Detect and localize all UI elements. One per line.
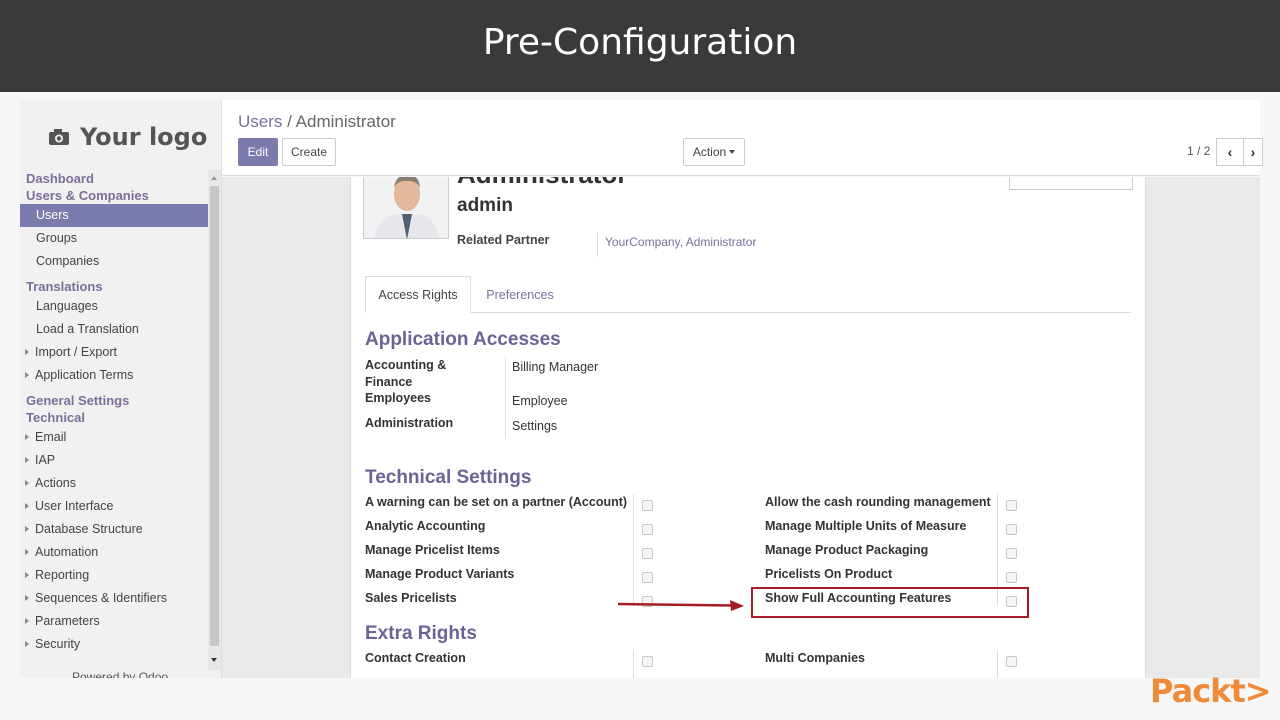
sidebar-item-parameters[interactable]: Parameters [20, 610, 208, 633]
stat-button[interactable] [1009, 177, 1133, 190]
tech-right-checkbox-2[interactable] [1006, 548, 1017, 559]
employees-label: Employees [365, 391, 432, 405]
breadcrumb-separator: / [287, 112, 292, 131]
sidebar-item-actions[interactable]: Actions [20, 472, 208, 495]
slide-title: Pre-Configuration [482, 22, 798, 63]
sidebar-item-security[interactable]: Security [20, 633, 208, 656]
create-button[interactable]: Create [282, 138, 336, 166]
form-sheet: Administrator admin Related Partner Your… [350, 177, 1146, 678]
user-avatar[interactable] [363, 177, 449, 239]
tech-right-label-0: Allow the cash rounding management [765, 495, 991, 509]
arrow-icon [617, 600, 744, 611]
caret-down-icon [729, 150, 736, 154]
tech-left-checkbox-0[interactable] [642, 500, 653, 511]
extra-left-divider [633, 650, 634, 678]
sidebar-nav: Dashboard Users & Companies Users Groups… [20, 170, 208, 656]
tech-left-label-3: Manage Product Variants [365, 567, 515, 581]
administration-label: Administration [365, 416, 454, 430]
slide-header: Pre-Configuration [0, 0, 1280, 92]
powered-by[interactable]: Powered by Odoo [72, 670, 168, 678]
scroll-down-icon[interactable] [211, 658, 217, 662]
application-accesses-heading: Application Accesses [365, 329, 561, 350]
breadcrumb: Users / Administrator [238, 112, 396, 132]
sidebar: Your logo Dashboard Users & Companies Us… [20, 100, 222, 678]
scrollbar-thumb[interactable] [210, 186, 219, 646]
tech-left-label-2: Manage Pricelist Items [365, 543, 500, 557]
logo-text: Your logo [80, 123, 208, 151]
tech-right-checkbox-1[interactable] [1006, 524, 1017, 535]
technical-settings-heading: Technical Settings [365, 467, 532, 488]
administration-value[interactable]: Settings [512, 419, 557, 433]
company-logo[interactable]: Your logo [48, 120, 207, 154]
tech-right-label-1: Manage Multiple Units of Measure [765, 519, 967, 533]
chevron-left-icon: ‹ [1227, 144, 1233, 160]
sidebar-section-translations[interactable]: Translations [20, 278, 208, 295]
action-label: Action [692, 145, 727, 159]
main-content: Users / Administrator Edit Create Action… [222, 100, 1280, 678]
related-partner-link[interactable]: YourCompany, Administrator [605, 235, 756, 249]
sidebar-item-email[interactable]: Email [20, 426, 208, 449]
edit-button[interactable]: Edit [238, 138, 278, 166]
sidebar-item-groups[interactable]: Groups [20, 227, 208, 250]
pager-next-button[interactable]: › [1243, 138, 1263, 166]
sidebar-scrollbar[interactable] [208, 170, 221, 670]
tech-left-label-4: Sales Pricelists [365, 591, 457, 605]
tab-preferences[interactable]: Preferences [471, 276, 569, 313]
form-tabs: Access Rights Preferences [365, 276, 1131, 313]
tech-right-label-2: Manage Product Packaging [765, 543, 929, 557]
highlight-box [751, 587, 1029, 618]
employees-value[interactable]: Employee [512, 394, 568, 408]
tech-right-label-3: Pricelists On Product [765, 567, 893, 581]
tech-left-checkbox-2[interactable] [642, 548, 653, 559]
tech-left-checkbox-1[interactable] [642, 524, 653, 535]
sidebar-item-import-export[interactable]: Import / Export [20, 341, 208, 364]
extra-rights-heading: Extra Rights [365, 623, 477, 644]
sidebar-item-database-structure[interactable]: Database Structure [20, 518, 208, 541]
slide-root: Pre-Configuration Your logo Dashboard Us… [0, 0, 1280, 720]
tech-left-checkbox-3[interactable] [642, 572, 653, 583]
packt-logo: Packt> [1150, 672, 1272, 710]
tech-left-label-1: Analytic Accounting [365, 519, 486, 533]
accounting-finance-label: Accounting & Finance [365, 358, 447, 389]
sidebar-item-load-translation[interactable]: Load a Translation [20, 318, 208, 341]
chevron-right-icon: › [1250, 144, 1256, 160]
sidebar-section-users-companies[interactable]: Users & Companies [20, 187, 208, 204]
sidebar-section-general-settings[interactable]: General Settings [20, 392, 208, 409]
pager-previous-button[interactable]: ‹ [1216, 138, 1244, 166]
sidebar-item-user-interface[interactable]: User Interface [20, 495, 208, 518]
pager-value[interactable]: 1 / 2 [1187, 144, 1210, 158]
camera-icon [48, 128, 70, 146]
app-accesses-divider [505, 357, 506, 439]
extra-right-checkbox-0[interactable] [1006, 656, 1017, 667]
sidebar-item-iap[interactable]: IAP [20, 449, 208, 472]
sidebar-section-dashboard[interactable]: Dashboard [20, 170, 208, 187]
control-panel: Users / Administrator Edit Create Action… [222, 100, 1263, 176]
extra-left-label-0: Contact Creation [365, 651, 466, 665]
sidebar-section-technical[interactable]: Technical [20, 409, 208, 426]
sidebar-item-automation[interactable]: Automation [20, 541, 208, 564]
extra-right-divider [997, 650, 998, 678]
tech-left-divider [633, 494, 634, 606]
tech-right-checkbox-0[interactable] [1006, 500, 1017, 511]
sidebar-item-reporting[interactable]: Reporting [20, 564, 208, 587]
breadcrumb-users-link[interactable]: Users [238, 112, 282, 131]
sidebar-item-sequences[interactable]: Sequences & Identifiers [20, 587, 208, 610]
breadcrumb-current: Administrator [295, 112, 396, 131]
tab-access-rights[interactable]: Access Rights [365, 276, 471, 313]
action-dropdown[interactable]: Action [683, 138, 745, 166]
user-login: admin [457, 195, 513, 216]
accounting-finance-value[interactable]: Billing Manager [512, 360, 598, 374]
scroll-up-icon[interactable] [211, 176, 217, 180]
extra-right-label-0: Multi Companies [765, 651, 866, 665]
extra-left-checkbox-0[interactable] [642, 656, 653, 667]
related-partner-label: Related Partner [457, 233, 550, 247]
tech-right-checkbox-3[interactable] [1006, 572, 1017, 583]
sidebar-item-languages[interactable]: Languages [20, 295, 208, 318]
sidebar-item-users[interactable]: Users [20, 204, 208, 227]
user-name: Administrator [457, 177, 627, 190]
sidebar-item-application-terms[interactable]: Application Terms [20, 364, 208, 387]
related-partner-divider [597, 233, 598, 257]
tech-left-label-0: A warning can be set on a partner (Accou… [365, 495, 628, 509]
sidebar-item-companies[interactable]: Companies [20, 250, 208, 273]
